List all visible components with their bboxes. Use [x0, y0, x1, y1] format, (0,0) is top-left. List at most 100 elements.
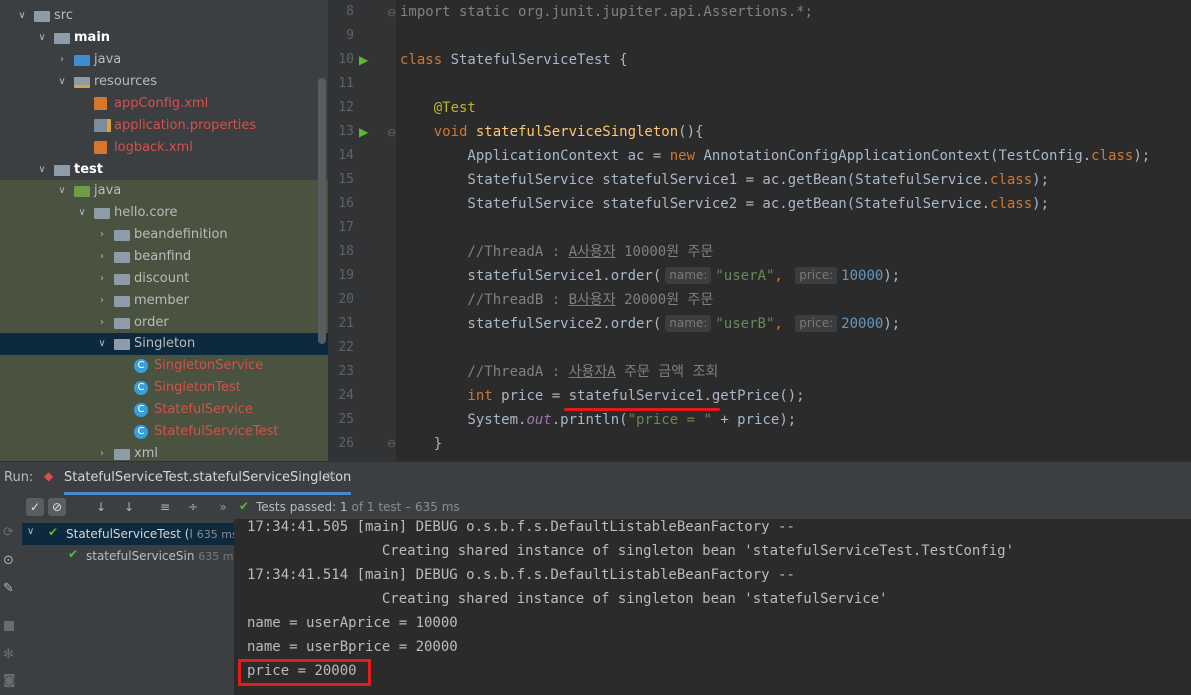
- stop-square-icon[interactable]: [4, 621, 14, 631]
- code-token: 사용자A: [568, 364, 616, 380]
- tree-item[interactable]: C SingletonTest: [0, 377, 328, 399]
- line-number: 17: [338, 220, 354, 235]
- tree-item[interactable]: › beanfind: [0, 246, 328, 268]
- tree-item-label: java: [94, 52, 122, 67]
- tree-item[interactable]: › discount: [0, 268, 328, 290]
- tree-item[interactable]: C StatefulServiceTest: [0, 421, 328, 443]
- chevron-right-icon[interactable]: ›: [96, 290, 108, 312]
- chevron-down-icon[interactable]: ∨: [27, 526, 34, 537]
- code-token: class: [400, 52, 451, 68]
- chevron-right-icon[interactable]: ›: [96, 443, 108, 461]
- chevron-right-icon[interactable]: ›: [96, 224, 108, 246]
- tree-item[interactable]: ∨ test: [0, 159, 328, 181]
- tree-item-label: logback.xml: [114, 140, 193, 155]
- chevron-down-icon[interactable]: ∨: [36, 27, 48, 49]
- code-token: 10000: [841, 268, 884, 284]
- pass-check-icon: ✔: [239, 499, 250, 513]
- tree-item[interactable]: application.properties: [0, 115, 328, 137]
- tree-item[interactable]: ∨ Singleton: [0, 333, 328, 355]
- tree-item[interactable]: C StatefulService: [0, 399, 328, 421]
- tree-item[interactable]: › member: [0, 290, 328, 312]
- status-prefix: Tests passed:: [256, 500, 341, 514]
- source-folder-icon: [74, 55, 90, 66]
- code-token: ,: [774, 316, 792, 332]
- close-tab-icon[interactable]: ×: [326, 469, 337, 484]
- code-editor[interactable]: 8 9 10 11 12 13 14 15 16 17 18 19 20 21 22 23 24 25 26 ▶ ▶…: [328, 0, 1191, 461]
- code-token: statefulService2.order(: [400, 316, 662, 332]
- code-line: void statefulServiceSingleton(){: [400, 120, 704, 144]
- show-passed-icon[interactable]: ✓: [26, 498, 44, 516]
- tree-item-label: discount: [134, 271, 190, 286]
- pass-check-icon: ✔: [48, 525, 59, 539]
- code-token: price = statefulService1.getPrice();: [501, 388, 805, 404]
- code-token: "price = ": [627, 412, 712, 428]
- code-token: }: [400, 436, 443, 452]
- show-ignored-icon[interactable]: ⊘: [48, 498, 66, 516]
- chevron-right-icon[interactable]: ›: [96, 246, 108, 268]
- run-test-method-icon[interactable]: ▶: [359, 125, 373, 139]
- tree-item[interactable]: ∨ java: [0, 180, 328, 202]
- chevron-down-icon[interactable]: ∨: [56, 71, 68, 93]
- chevron-down-icon[interactable]: ∨: [16, 5, 28, 27]
- chevron-down-icon[interactable]: ∨: [76, 202, 88, 224]
- stop-icon[interactable]: ⊙: [3, 553, 14, 568]
- tree-item[interactable]: › java: [0, 49, 328, 71]
- test-folder-icon: [74, 186, 90, 197]
- chevron-right-icon[interactable]: ›: [56, 49, 68, 71]
- code-token: .println(: [551, 412, 628, 428]
- tree-item-label: xml: [134, 446, 158, 461]
- tree-item[interactable]: ∨ src: [0, 5, 328, 27]
- code-token: ApplicationContext ac =: [400, 148, 670, 164]
- collapse-all-icon[interactable]: ÷: [184, 498, 202, 516]
- run-tab[interactable]: StatefulServiceTest.statefulServiceSingl…: [64, 470, 352, 495]
- code-token: + price);: [711, 412, 797, 428]
- tree-item[interactable]: ∨ main: [0, 27, 328, 49]
- sort-alpha-icon[interactable]: ↓: [92, 498, 110, 516]
- code-token: //ThreadB :: [400, 292, 569, 308]
- xml-file-icon: [94, 141, 107, 154]
- fold-icon[interactable]: ⊖: [387, 437, 396, 450]
- code-token: StatefulService statefulService2 = ac.ge…: [400, 196, 991, 212]
- chevron-down-icon[interactable]: ∨: [96, 333, 108, 355]
- run-test-class-icon[interactable]: ▶: [359, 53, 373, 67]
- test-method-item[interactable]: statefulServiceSin 635 ms: [86, 549, 239, 563]
- expand-all-icon[interactable]: ≡: [156, 498, 174, 516]
- run-config-icon: ◆: [44, 469, 54, 483]
- test-suite-item[interactable]: StatefulServiceTest (I 635 ms: [66, 527, 238, 541]
- console-output[interactable]: 17:34:41.505 [main] DEBUG o.s.b.f.s.Defa…: [234, 519, 1191, 695]
- chevron-right-icon[interactable]: ›: [96, 312, 108, 334]
- settings-icon[interactable]: ✻: [3, 647, 14, 662]
- tree-item[interactable]: › beandefinition: [0, 224, 328, 246]
- code-token: AnnotationConfigApplicationContext(TestC…: [703, 148, 1092, 164]
- class-icon: C: [134, 425, 148, 439]
- sort-duration-icon[interactable]: ↓: [120, 498, 138, 516]
- tree-scrollbar[interactable]: [318, 78, 326, 344]
- code-line: StatefulService statefulService2 = ac.ge…: [400, 192, 1049, 216]
- code-token: @Test: [400, 100, 476, 116]
- parameter-hint: price:: [795, 315, 838, 332]
- tree-item[interactable]: ∨ hello.core: [0, 202, 328, 224]
- tree-item[interactable]: › xml: [0, 443, 328, 461]
- code-token: //ThreadA :: [400, 364, 569, 380]
- highlight-box: [238, 659, 371, 686]
- code-token: );: [1032, 172, 1050, 188]
- code-token: "userB": [715, 316, 775, 332]
- tree-item[interactable]: C SingletonService: [0, 355, 328, 377]
- chevron-down-icon[interactable]: ∨: [36, 159, 48, 181]
- chevron-down-icon[interactable]: ∨: [56, 180, 68, 202]
- status-suffix: of 1 test – 635 ms: [347, 500, 460, 514]
- tree-item[interactable]: › order: [0, 312, 328, 334]
- tree-item[interactable]: logback.xml: [0, 137, 328, 159]
- fold-icon[interactable]: ⊖: [387, 126, 396, 139]
- more-icon[interactable]: »: [214, 498, 232, 516]
- wrench-icon[interactable]: ✎: [3, 581, 14, 596]
- camera-icon[interactable]: ◙: [3, 673, 16, 688]
- chevron-right-icon[interactable]: ›: [96, 268, 108, 290]
- tree-item[interactable]: ∨ resources: [0, 71, 328, 93]
- debug-icon[interactable]: ⟳: [3, 525, 14, 540]
- line-number: 19: [338, 268, 354, 283]
- fold-icon[interactable]: ⊖: [387, 6, 396, 19]
- tree-item[interactable]: appConfig.xml: [0, 93, 328, 115]
- code-line: statefulService2.order(name: "userB", pri…: [400, 312, 900, 336]
- line-number: 26: [338, 436, 354, 451]
